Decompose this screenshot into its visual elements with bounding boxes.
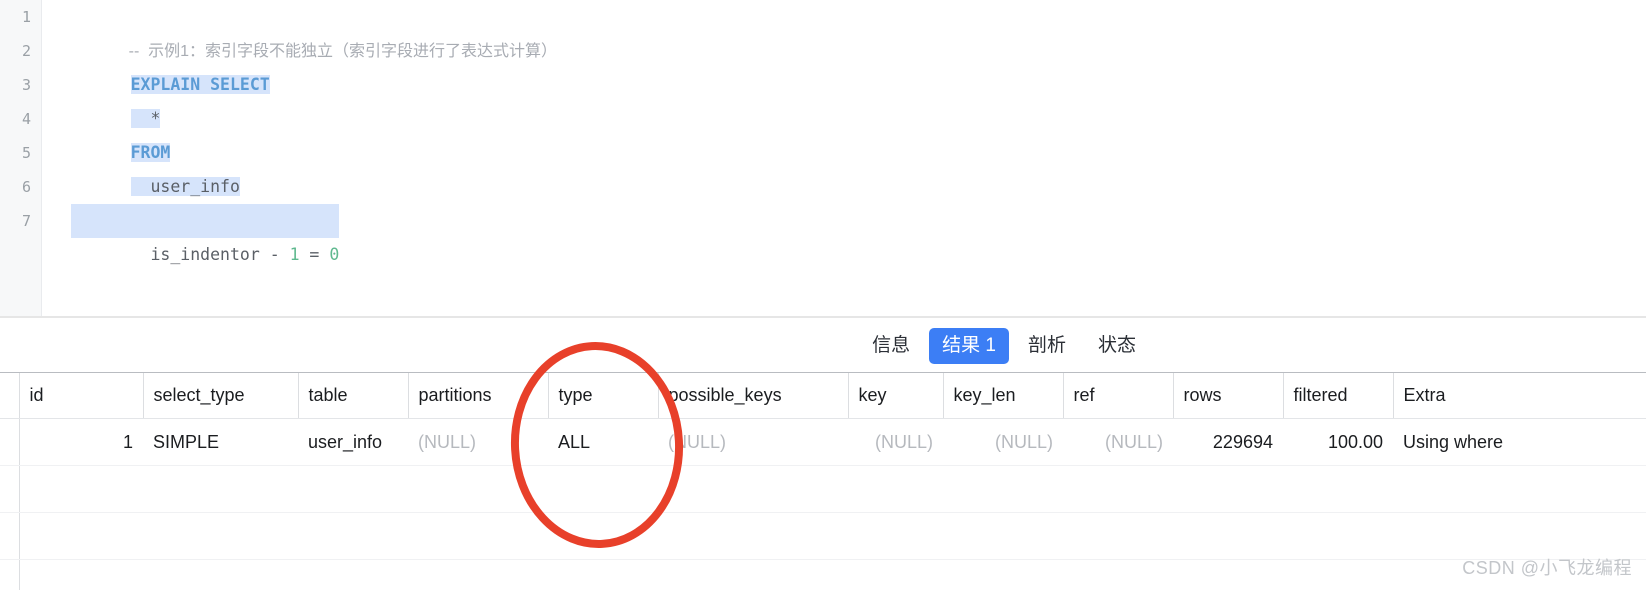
explain-result-grid[interactable]: id select_type table partitions type pos… (0, 372, 1646, 590)
line-number: 7 (21, 212, 31, 230)
row-handle-cell[interactable] (0, 418, 20, 466)
cell-filtered[interactable]: 100.00 (1283, 418, 1393, 466)
empty-row-body (19, 465, 1646, 513)
grid-filler-band (0, 512, 1646, 560)
line-number: 6 (21, 178, 31, 196)
table-row[interactable]: 1 SIMPLE user_info (NULL) ALL (NULL) (NU… (0, 418, 1646, 466)
row-handle-cell-band (0, 512, 20, 560)
sql-number-zero: 0 (329, 245, 340, 264)
cell-extra[interactable]: Using where (1393, 418, 1646, 466)
column-header-key[interactable]: key (848, 373, 944, 419)
column-header-id[interactable]: id (19, 373, 144, 419)
table-header-row: id select_type table partitions type pos… (0, 373, 1646, 419)
column-header-filtered[interactable]: filtered (1283, 373, 1394, 419)
row-handle-cell-tail (0, 559, 20, 590)
grid-tail-body (19, 559, 1646, 590)
column-header-select-type[interactable]: select_type (143, 373, 299, 419)
tab-profile[interactable]: 剖析 (1015, 328, 1079, 364)
line-number: 4 (21, 110, 31, 128)
sql-operator-minus: - (269, 245, 290, 264)
cell-select-type[interactable]: SIMPLE (143, 418, 298, 466)
grid-tail-row (0, 559, 1646, 590)
grid-filler-band-body (19, 512, 1646, 560)
cell-id[interactable]: 1 (19, 418, 143, 466)
cell-possible-keys[interactable]: (NULL) (658, 418, 848, 466)
cell-key-len[interactable]: (NULL) (943, 418, 1063, 466)
row-handle-header (0, 373, 20, 419)
sql-number-one: 1 (289, 245, 300, 264)
column-header-rows[interactable]: rows (1173, 373, 1284, 419)
sql-editor[interactable]: 1 2 3 4 5 6 7 -- 示例1：索引字段不能独立（索引字段进行了表达式… (0, 0, 1646, 318)
sql-operator-equals: = (299, 245, 330, 264)
tab-status[interactable]: 状态 (1085, 328, 1149, 364)
cell-rows[interactable]: 229694 (1173, 418, 1283, 466)
column-header-possible-keys[interactable]: possible_keys (658, 373, 849, 419)
cell-type[interactable]: ALL (548, 418, 658, 466)
cell-ref[interactable]: (NULL) (1063, 418, 1173, 466)
column-header-table[interactable]: table (298, 373, 409, 419)
cell-partitions[interactable]: (NULL) (408, 418, 548, 466)
code-line-4: FROM (71, 102, 171, 162)
code-line-2: EXPLAIN SELECT (71, 34, 270, 94)
result-tabs: 信息 结果 1 剖析 状态 (859, 328, 1149, 364)
sql-identifier-is-indentor: is_indentor (130, 245, 270, 264)
code-line-7: is_indentor - 1 = 0 (71, 204, 340, 264)
code-line-1: -- 示例1：索引字段不能独立（索引字段进行了表达式计算） (69, 0, 557, 60)
column-header-extra[interactable]: Extra (1393, 373, 1646, 419)
editor-code-area[interactable]: -- 示例1：索引字段不能独立（索引字段进行了表达式计算） EXPLAIN SE… (43, 0, 1646, 316)
row-handle-cell-empty (0, 465, 20, 513)
result-panel-tabbar: 信息 结果 1 剖析 状态 (0, 320, 1646, 372)
editor-line-number-gutter: 1 2 3 4 5 6 7 (0, 0, 42, 316)
column-header-partitions[interactable]: partitions (408, 373, 549, 419)
code-line-3: * (71, 68, 161, 128)
csdn-watermark: CSDN @小飞龙编程 (1462, 558, 1632, 578)
tab-info[interactable]: 信息 (859, 328, 923, 364)
column-header-key-len[interactable]: key_len (943, 373, 1064, 419)
code-line-6: WHERE (71, 170, 181, 230)
tab-result-1[interactable]: 结果 1 (929, 328, 1009, 364)
line-number: 3 (21, 76, 31, 94)
line-number: 5 (21, 144, 31, 162)
cell-key[interactable]: (NULL) (848, 418, 943, 466)
line-number: 1 (21, 8, 31, 26)
line-number: 2 (21, 42, 31, 60)
code-line-5: user_info (71, 136, 240, 196)
column-header-ref[interactable]: ref (1063, 373, 1174, 419)
result-table: id select_type table partitions type pos… (0, 373, 1646, 590)
cell-table[interactable]: user_info (298, 418, 408, 466)
empty-row (0, 465, 1646, 513)
column-header-type[interactable]: type (548, 373, 659, 419)
